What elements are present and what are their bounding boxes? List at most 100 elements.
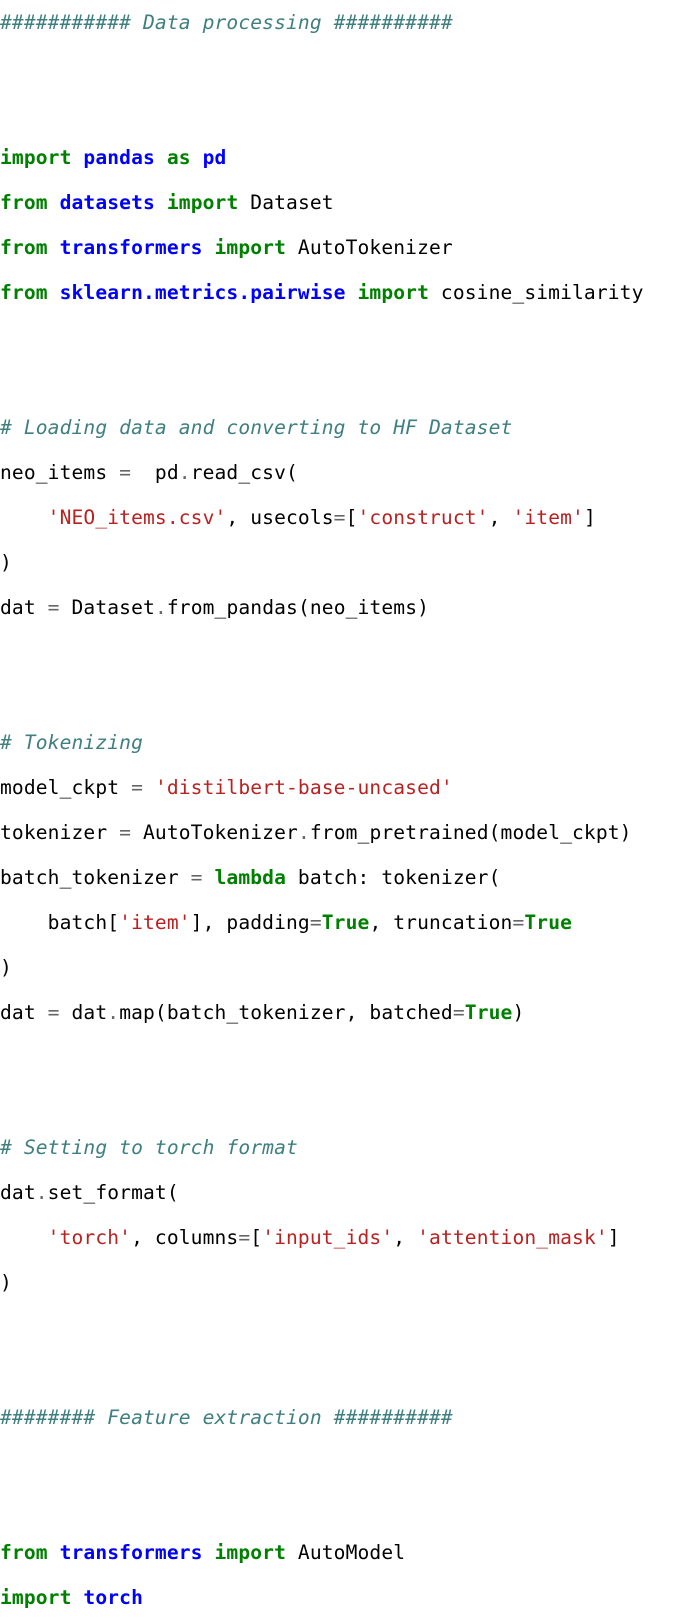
code-line: # Tokenizing — [0, 720, 674, 765]
token-plain: dat — [59, 1001, 108, 1024]
token-operator: = — [47, 1001, 60, 1024]
token-plain: ] — [583, 506, 596, 529]
token-operator: = — [119, 461, 132, 484]
token-string: 'input_ids' — [262, 1226, 394, 1249]
code-line: ) — [0, 945, 674, 990]
code-line: # Setting to torch format — [0, 1125, 674, 1170]
token-operator: = — [512, 911, 525, 934]
token-plain: AutoTokenizer — [286, 236, 453, 259]
token-comment: # Loading data and converting to HF Data… — [0, 416, 513, 439]
token-plain: tokenizer — [0, 821, 120, 844]
token-plain: dat — [0, 1001, 48, 1024]
token-keyword: from — [0, 236, 48, 259]
code-line: from sklearn.metrics.pairwise import cos… — [0, 270, 674, 315]
token-plain: from_pretrained(model_ckpt) — [309, 821, 632, 844]
code-line: from transformers import AutoTokenizer — [0, 225, 674, 270]
token-plain: AutoModel — [286, 1541, 406, 1564]
code-line: 'NEO_items.csv', usecols=['construct', '… — [0, 495, 674, 540]
code-line: import pandas as pd — [0, 135, 674, 180]
token-operator: = — [119, 821, 132, 844]
token-module: transformers — [59, 1541, 203, 1564]
token-plain: set_format( — [47, 1181, 179, 1204]
token-plain: ) — [0, 956, 12, 979]
token-operator: . — [35, 1181, 48, 1204]
token-plain: neo_items — [0, 461, 120, 484]
token-keyword: from — [0, 191, 48, 214]
token-plain: batch: tokenizer( — [286, 866, 501, 889]
token-string: 'item' — [512, 506, 584, 529]
token-keyword: import — [214, 236, 287, 259]
token-plain: batch[ — [0, 911, 120, 934]
token-plain: , — [488, 506, 513, 529]
token-keyword: lambda — [214, 866, 287, 889]
token-plain: dat — [0, 596, 48, 619]
token-operator: = — [131, 776, 144, 799]
code-line: dat = Dataset.from_pandas(neo_items) — [0, 585, 674, 630]
token-operator: = — [190, 866, 203, 889]
token-operator: = — [333, 506, 346, 529]
code-line: ) — [0, 1260, 674, 1305]
token-plain: ) — [512, 1001, 525, 1024]
token-plain: cosine_similarity — [429, 281, 644, 304]
token-plain: , truncation — [369, 911, 513, 934]
token-builtin: True — [464, 1001, 513, 1024]
token-plain: Dataset — [238, 191, 334, 214]
token-comment: ########### Data processing ########## — [0, 11, 453, 34]
token-plain: , usecols — [226, 506, 334, 529]
token-string: 'item' — [119, 911, 191, 934]
token-plain: model_ckpt — [0, 776, 132, 799]
token-plain: map(batch_tokenizer, batched — [119, 1001, 453, 1024]
code-line: tokenizer = AutoTokenizer.from_pretraine… — [0, 810, 674, 855]
token-plain: from_pandas(neo_items) — [166, 596, 430, 619]
code-line: model_ckpt = 'distilbert-base-uncased' — [0, 765, 674, 810]
code-line: # Loading data and converting to HF Data… — [0, 405, 674, 450]
token-comment: ######## Feature extraction ########## — [0, 1406, 453, 1429]
token-string: 'distilbert-base-uncased' — [154, 776, 453, 799]
code-line: 'torch', columns=['input_ids', 'attentio… — [0, 1215, 674, 1260]
token-plain: batch_tokenizer — [0, 866, 191, 889]
token-builtin: True — [524, 911, 573, 934]
token-string: 'torch' — [47, 1226, 132, 1249]
token-operator: = — [238, 1226, 251, 1249]
token-plain: AutoTokenizer — [131, 821, 298, 844]
code-line: from datasets import Dataset — [0, 180, 674, 225]
token-keyword: import — [166, 191, 239, 214]
token-keyword: import — [0, 146, 72, 169]
token-plain: ) — [0, 1271, 12, 1294]
code-listing: ########### Data processing ########## i… — [0, 0, 674, 1620]
token-plain: read_csv( — [190, 461, 298, 484]
token-operator: = — [452, 1001, 465, 1024]
token-plain: ) — [0, 551, 12, 574]
token-operator: = — [309, 911, 322, 934]
code-line: ) — [0, 540, 674, 585]
token-comment: # Setting to torch format — [0, 1136, 298, 1159]
token-operator: . — [178, 461, 191, 484]
token-module: torch — [83, 1586, 144, 1609]
code-line: dat.set_format( — [0, 1170, 674, 1215]
token-builtin: True — [321, 911, 370, 934]
token-operator: . — [107, 1001, 120, 1024]
token-keyword: as — [166, 146, 191, 169]
code-line: dat = dat.map(batch_tokenizer, batched=T… — [0, 990, 674, 1035]
token-plain: , columns — [131, 1226, 239, 1249]
token-operator: . — [154, 596, 167, 619]
